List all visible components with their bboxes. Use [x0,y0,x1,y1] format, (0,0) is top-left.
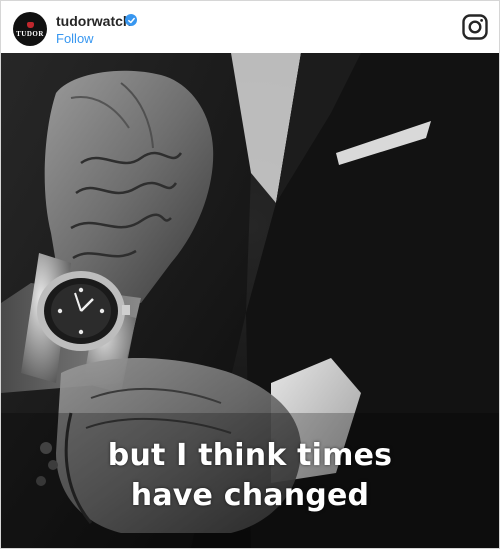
post-image[interactable]: but I think times have changed [1,53,499,548]
instagram-icon[interactable] [462,14,488,40]
caption-line-2: have changed [130,478,370,513]
follow-button[interactable]: Follow [56,31,94,46]
post-header: TUDOR tudorwatch Follow [1,1,499,53]
verified-badge-icon [125,14,137,26]
post-image-illustration [1,53,499,548]
caption-line-1: but I think times [107,438,393,473]
avatar[interactable]: TUDOR [13,12,47,46]
tudor-rose-icon [26,21,34,28]
avatar-logo-text: TUDOR [16,29,44,38]
account-username[interactable]: tudorwatch [56,13,131,29]
instagram-post-card: TUDOR tudorwatch Follow but I think time… [0,0,500,549]
